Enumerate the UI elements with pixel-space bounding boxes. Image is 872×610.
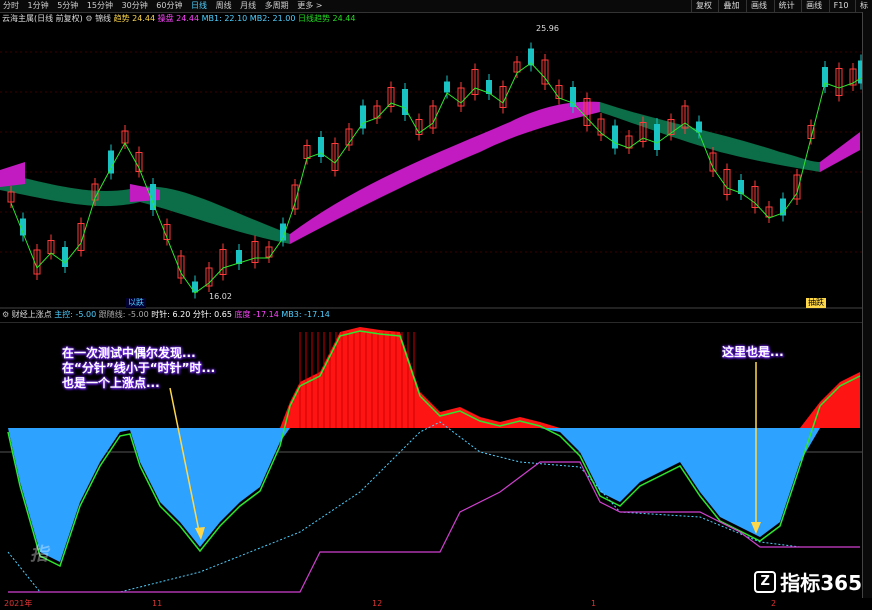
- tab-week[interactable]: 周线: [213, 0, 235, 12]
- time-label-11: 11: [152, 599, 163, 608]
- brand-text: 指标365: [780, 571, 862, 595]
- annotation-left-line3: 也是一个上涨点...: [62, 376, 160, 390]
- ribbon-magenta: [0, 162, 25, 187]
- overlay-button[interactable]: 叠加: [718, 0, 743, 12]
- sub-item-hour-label: 时针:: [151, 310, 170, 319]
- brand-logo: Z 指标365: [754, 567, 862, 596]
- tab-30min[interactable]: 30分钟: [119, 0, 151, 12]
- candle-body: [444, 81, 450, 93]
- stats-button[interactable]: 统计: [773, 0, 799, 12]
- time-label-year: 2021年: [4, 599, 33, 608]
- main-chart-canvas[interactable]: [0, 12, 862, 310]
- tab-15min[interactable]: 15分钟: [84, 0, 116, 12]
- sub-indicator-name[interactable]: 财经上涨点: [12, 310, 52, 319]
- right-tools: 复权 叠加 画线 统计 画线 F10 标: [690, 0, 872, 12]
- candle-body: [570, 87, 576, 107]
- sub-item-follow-value: -5.00: [128, 310, 149, 319]
- time-label-12: 12: [372, 599, 383, 608]
- sub-item-mb3-label: MB3:: [281, 310, 302, 319]
- sub-item-bottom-label: 底度: [234, 310, 251, 319]
- candle-body: [108, 150, 114, 174]
- tab-month[interactable]: 月线: [237, 0, 259, 12]
- low-price-label: 16.02: [209, 292, 232, 301]
- draw-line-button-2[interactable]: 画线: [801, 0, 826, 12]
- candle-body: [360, 105, 366, 129]
- sub-item-follow-label: 跟随线:: [98, 310, 126, 319]
- sub-settings-icon[interactable]: ⚙: [2, 310, 9, 319]
- brand-icon: Z: [754, 570, 777, 593]
- annotation-right: 这里也是...: [722, 345, 784, 359]
- mark-button[interactable]: 标: [855, 0, 872, 12]
- sub-item-bottom-value: -17.14: [253, 310, 279, 319]
- f10-button[interactable]: F10: [828, 0, 853, 12]
- time-axis: 2021年 11 12 1 2: [0, 598, 872, 610]
- time-label-2: 2: [771, 599, 777, 608]
- ribbon-magenta: [820, 132, 860, 172]
- tab-5min[interactable]: 5分钟: [54, 0, 81, 12]
- tab-fenshi[interactable]: 分时: [0, 0, 22, 12]
- annotation-left: 在一次测试中偶尔发现... 在“分针”线小于“时针”时... 也是一个上涨点..…: [62, 346, 215, 391]
- tab-multi[interactable]: 多周期: [262, 0, 292, 12]
- annotation-left-line2: 在“分针”线小于“时针”时...: [62, 361, 216, 375]
- tab-60min[interactable]: 60分钟: [153, 0, 185, 12]
- sub-item-minute-label: 分针:: [192, 310, 212, 319]
- draw-line-button[interactable]: 画线: [746, 0, 771, 12]
- sub-chart-header: ⚙ 财经上涨点 主控: -5.00 跟随线: -5.00 时针: 6.20 分针…: [2, 310, 330, 320]
- right-scroll-bar[interactable]: [862, 12, 872, 598]
- buy-signal-tag: 以跌: [126, 298, 146, 308]
- sub-item-mb3-value: -17.14: [304, 310, 330, 319]
- tab-more[interactable]: 更多 >: [294, 0, 325, 12]
- sub-item-hour-value: 6.20: [172, 310, 191, 319]
- annotation-left-line1: 在一次测试中偶尔发现...: [62, 346, 196, 360]
- candle-body: [696, 121, 702, 133]
- candle-body: [62, 247, 68, 267]
- sell-signal-tag: 抽跌: [806, 298, 826, 308]
- tab-day[interactable]: 日线: [188, 0, 210, 12]
- high-price-label: 25.96: [536, 24, 559, 33]
- time-label-1: 1: [591, 599, 597, 608]
- sub-item-minute-value: 0.65: [214, 310, 232, 319]
- ribbon-magenta: [290, 101, 600, 244]
- watermark-logo: 指: [30, 544, 48, 565]
- blue-area: [8, 428, 860, 562]
- candle-body: [654, 124, 660, 150]
- sub-item-main-value: -5.00: [75, 310, 97, 319]
- tab-1min[interactable]: 1分钟: [25, 0, 52, 12]
- sub-item-main-label: 主控:: [54, 310, 73, 319]
- candle-body: [612, 125, 618, 149]
- restore-rights-button[interactable]: 复权: [690, 0, 716, 12]
